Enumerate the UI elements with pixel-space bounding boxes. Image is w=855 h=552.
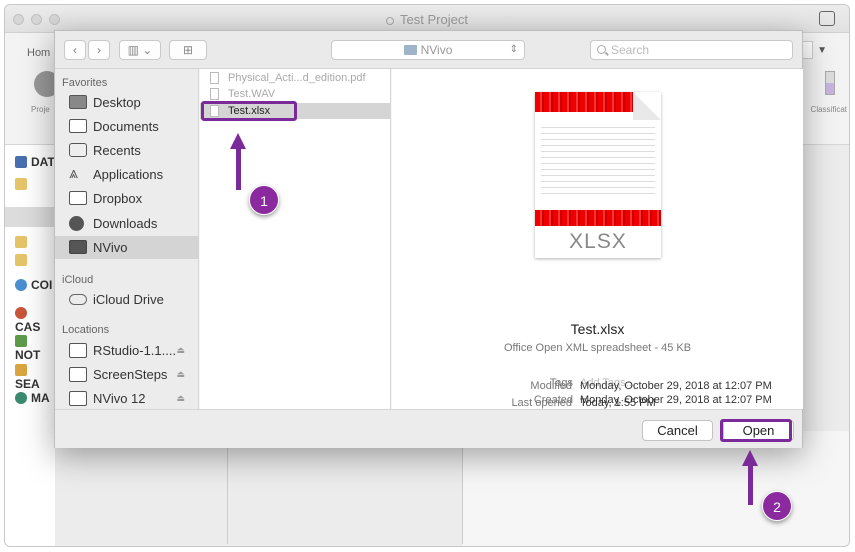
file-preview: XLSX Test.xlsx Office Open XML spreadshe… (392, 69, 803, 409)
project-label: Proje (31, 105, 50, 114)
folder-icon (69, 191, 87, 205)
classification-label: Classificat (810, 105, 847, 114)
dialog-footer: Cancel Open (55, 409, 802, 448)
background-sidebar: DAT COI CAS NOT SEA MA (5, 145, 55, 546)
sidebar-item-folder-3[interactable] (15, 253, 31, 267)
sidebar-item-rstudio[interactable]: RStudio-1.1.... ⏏ (55, 339, 199, 362)
view-mode-button[interactable]: ▥ ⌄ (119, 40, 161, 60)
chevron-down-icon[interactable]: ▼ (817, 45, 827, 56)
sidebar-item-applications[interactable]: ⩓ Applications (55, 163, 199, 186)
detail-pane (463, 431, 849, 546)
notes-icon (15, 335, 27, 347)
eject-icon[interactable]: ⏏ (176, 363, 185, 386)
disk-icon (69, 367, 87, 382)
document-icon (386, 16, 395, 25)
forward-button[interactable]: › (88, 40, 110, 60)
sidebar-item-nvivo12[interactable]: NVivo 12 ⏏ (55, 387, 199, 410)
meta-value-last-opened: Today, 1:55 PM (580, 397, 656, 409)
folder-icon (15, 178, 27, 190)
sidebar-item-documents[interactable]: Documents (55, 115, 199, 138)
sidebar-item-icloud-drive[interactable]: iCloud Drive (55, 288, 199, 311)
thumbnail-rows (541, 122, 655, 194)
folder-icon (15, 236, 27, 248)
sidebar-item-folder[interactable] (15, 177, 31, 191)
search-icon (597, 45, 606, 54)
disk-icon (69, 391, 87, 406)
sidebar-item-nvivo[interactable]: NVivo (55, 236, 199, 259)
sidebar-item-screensteps[interactable]: ScreenSteps ⏏ (55, 363, 199, 386)
highlight-test-xlsx (201, 101, 297, 121)
maps-icon (15, 392, 27, 404)
preview-filename: Test.xlsx (570, 321, 625, 337)
sidebar-item-notes[interactable]: NOT (15, 334, 55, 362)
meta-value-modified: Monday, October 29, 2018 at 12:07 PM (580, 380, 772, 392)
disk-icon (69, 343, 87, 358)
xlsx-thumbnail: XLSX (535, 92, 661, 258)
section-favorites: Favorites (62, 77, 108, 89)
sidebar-item-desktop[interactable]: Desktop (55, 91, 199, 114)
meta-label-last-opened: Last opened (511, 397, 572, 409)
audio-file-icon (210, 88, 219, 100)
cases-icon (15, 307, 27, 319)
step-badge-2: 2 (762, 491, 792, 521)
eject-icon[interactable]: ⏏ (176, 387, 185, 410)
codes-icon (15, 279, 27, 291)
step-badge-1: 1 (249, 185, 279, 215)
sidebar-item-downloads[interactable]: Downloads (55, 212, 199, 235)
sidebar-item-data[interactable]: DAT (15, 155, 55, 169)
search-icon (15, 364, 27, 376)
arrow-up-icon (230, 133, 246, 149)
sidebar-item-recents[interactable]: Recents (55, 139, 199, 162)
background-titlebar: Test Project (5, 5, 849, 33)
location-popup[interactable]: NVivo ⇕ (331, 40, 525, 60)
classification-icon[interactable] (825, 71, 835, 95)
search-input[interactable]: Search (590, 40, 793, 60)
sidebar-item-dropbox[interactable]: Dropbox (55, 187, 199, 210)
preview-kind: Office Open XML spreadsheet - 45 KB (503, 342, 692, 354)
cloud-icon (69, 294, 87, 305)
folder-icon (69, 240, 87, 254)
sidebar-item-codes[interactable]: COI (15, 278, 52, 292)
cancel-button[interactable]: Cancel (642, 420, 713, 441)
file-row-wav[interactable]: Test.WAV (200, 86, 390, 102)
chevron-updown-icon: ⇕ (509, 44, 518, 55)
applications-icon: ⩓ (69, 165, 79, 182)
arrow-shaft (748, 465, 753, 505)
documents-icon (69, 119, 87, 133)
file-row-pdf[interactable]: Physical_Acti...d_edition.pdf (200, 70, 390, 86)
eject-icon[interactable]: ⏏ (176, 339, 185, 362)
section-locations: Locations (62, 324, 110, 336)
page-fold (633, 92, 661, 120)
arrow-shaft (236, 148, 241, 190)
thumbnail-label: XLSX (569, 230, 627, 253)
desktop-icon (69, 95, 87, 109)
fullscreen-icon[interactable] (819, 11, 835, 26)
sidebar-item-maps[interactable]: MA (15, 391, 50, 405)
sidebar-item-search[interactable]: SEA (15, 363, 55, 391)
highlight-open-button (720, 419, 792, 442)
dialog-sidebar: Favorites Desktop Documents Recents ⩓ App… (55, 69, 199, 409)
meta-label-modified: Modified (530, 380, 572, 392)
thumbnail-footer-band (535, 210, 661, 226)
arrow-up-icon (742, 450, 758, 466)
window-title: Test Project (5, 12, 849, 27)
sidebar-item-folder-2[interactable] (15, 235, 31, 249)
back-button[interactable]: ‹ (64, 40, 86, 60)
section-icloud: iCloud (62, 274, 94, 286)
folder-icon (15, 254, 27, 266)
sidebar-selection (5, 207, 55, 227)
sidebar-item-cases[interactable]: CAS (15, 306, 55, 334)
data-icon (15, 156, 27, 168)
downloads-icon (69, 216, 84, 231)
new-folder-button[interactable]: ⊞ (169, 40, 207, 60)
recents-icon (69, 143, 87, 157)
home-tab[interactable]: Hom (27, 47, 50, 59)
pdf-file-icon (210, 72, 219, 84)
folder-icon (403, 45, 417, 55)
dialog-toolbar: ‹ › ▥ ⌄ ⊞ NVivo ⇕ Search (55, 31, 802, 69)
